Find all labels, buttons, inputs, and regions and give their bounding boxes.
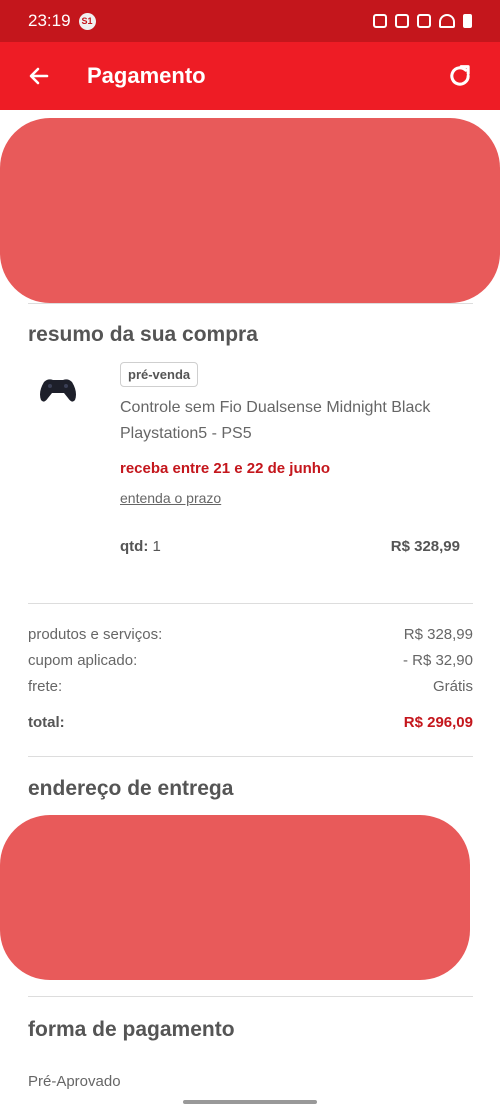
app-bar: Pagamento xyxy=(0,42,500,110)
clock-icon xyxy=(395,14,409,28)
back-button[interactable] xyxy=(24,61,54,91)
preorder-badge: pré-venda xyxy=(120,362,199,387)
payment-method[interactable]: Pré-Aprovado xyxy=(28,1073,121,1090)
status-time: 23:19 xyxy=(28,11,71,30)
delivery-info-link[interactable]: entenda o prazo xyxy=(120,490,221,506)
total-value: R$ 296,09 xyxy=(403,714,473,731)
quantity: qtd: 1 xyxy=(120,538,161,555)
total-label: total: xyxy=(28,714,65,731)
status-bar: 23:19 S1 xyxy=(0,0,500,42)
controller-image xyxy=(40,379,76,402)
coupon-label: cupom aplicado: xyxy=(28,652,138,669)
shipping-label: frete: xyxy=(28,678,63,695)
payment-title: forma de pagamento xyxy=(28,1018,235,1041)
gesture-bar xyxy=(183,1100,317,1104)
coupon-value: - R$ 32,90 xyxy=(402,652,473,669)
quantity-value: 1 xyxy=(152,538,161,555)
alarm-icon xyxy=(373,14,387,28)
refresh-icon xyxy=(450,65,470,86)
delivery-estimate: receba entre 21 e 22 de junho xyxy=(120,460,331,477)
products-value: R$ 328,99 xyxy=(403,626,473,643)
status-badge: S1 xyxy=(78,12,96,30)
mute-icon xyxy=(417,14,431,28)
shipping-row: frete: Grátis xyxy=(28,678,473,695)
coupon-row: cupom aplicado: - R$ 32,90 xyxy=(28,652,473,669)
products-label: produtos e serviços: xyxy=(28,626,163,643)
arrow-left-icon xyxy=(29,67,49,85)
divider xyxy=(28,756,473,757)
page-title: Pagamento xyxy=(87,63,206,88)
redacted-area xyxy=(0,118,500,303)
total-row: total: R$ 296,09 xyxy=(28,714,473,731)
summary-title: resumo da sua compra xyxy=(28,323,258,346)
product-name: Controle sem Fio Dualsense Midnight Blac… xyxy=(120,399,431,442)
divider xyxy=(28,303,473,304)
status-icons xyxy=(373,14,472,28)
quantity-label: qtd: xyxy=(120,538,149,555)
divider xyxy=(28,603,473,604)
divider xyxy=(28,996,473,997)
address-title: endereço de entrega xyxy=(28,777,234,800)
shipping-value: Grátis xyxy=(432,678,473,695)
battery-icon xyxy=(463,14,472,28)
item-price: R$ 328,99 xyxy=(390,538,460,555)
wifi-icon xyxy=(439,14,455,28)
redacted-area xyxy=(0,815,470,980)
products-row: produtos e serviços: R$ 328,99 xyxy=(28,626,473,643)
refresh-button[interactable] xyxy=(444,60,476,92)
